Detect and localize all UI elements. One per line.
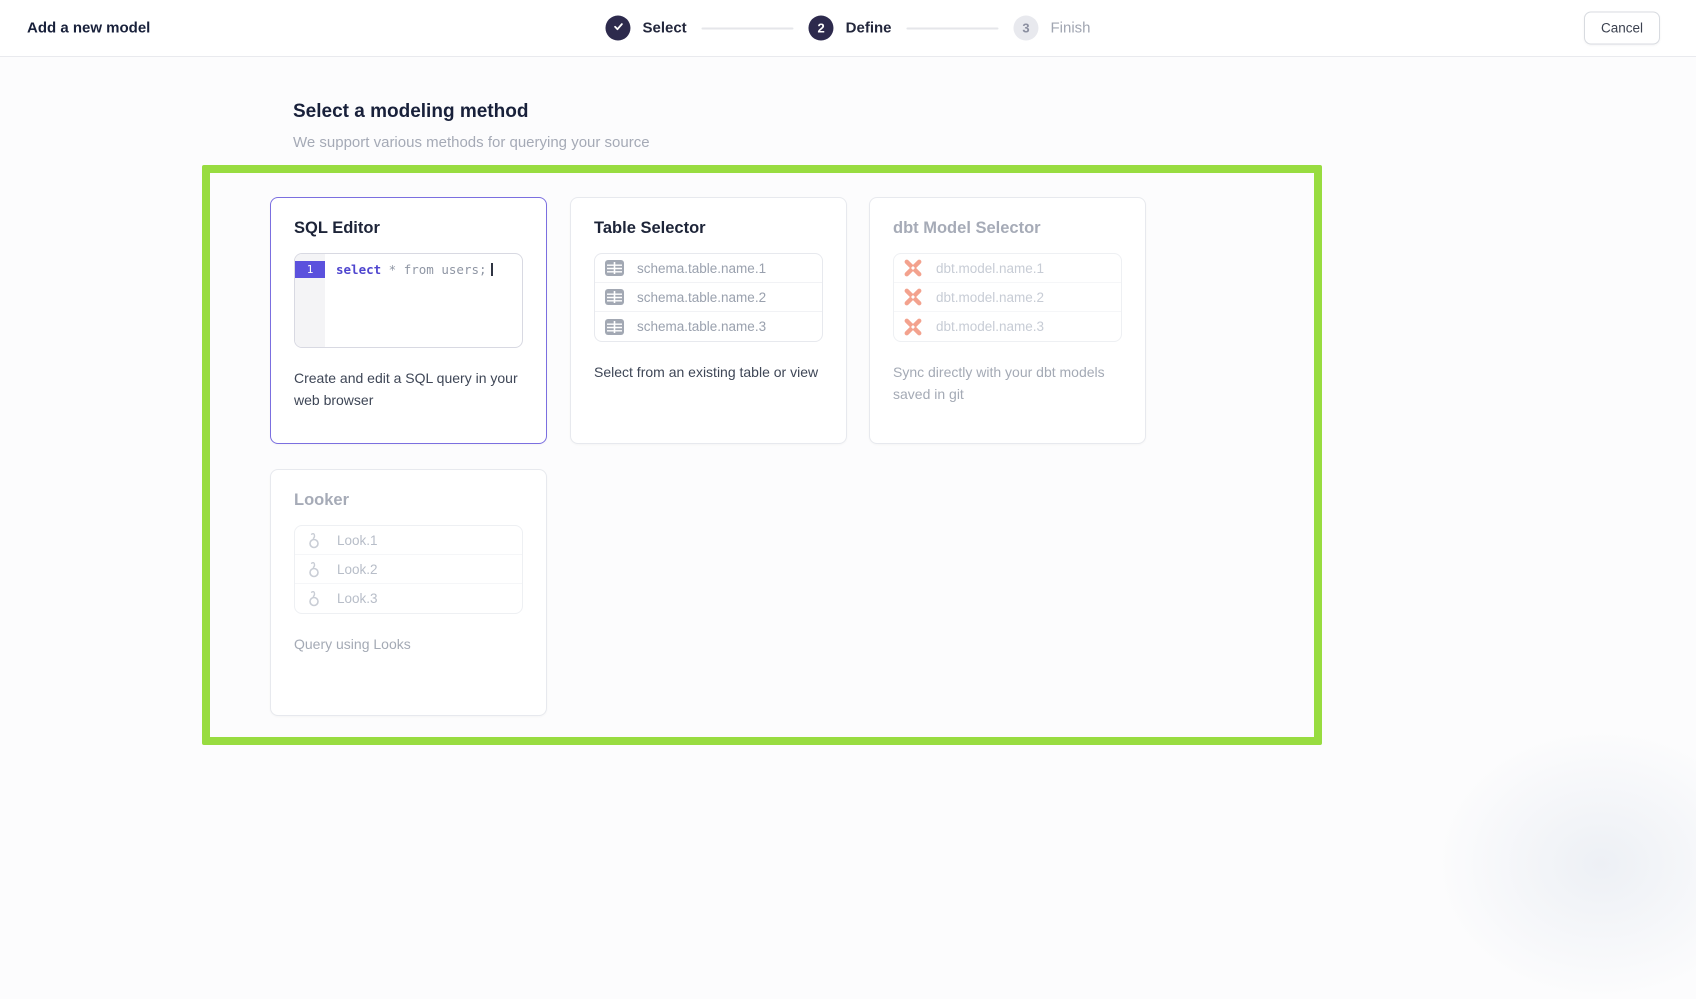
list-item-label: dbt.model.name.2 bbox=[936, 290, 1044, 305]
looker-list-preview: Look.1 Look.2 Look.3 bbox=[294, 525, 523, 614]
card-description: Sync directly with your dbt models saved… bbox=[893, 361, 1125, 405]
card-title: Table Selector bbox=[594, 219, 823, 238]
card-looker[interactable]: Looker Look.1 Look.2 Look.3 Query using … bbox=[270, 469, 547, 716]
step-define-label: Define bbox=[846, 20, 892, 37]
sql-code-rest: * from users; bbox=[381, 262, 486, 277]
card-description: Select from an existing table or view bbox=[594, 361, 826, 383]
looker-logo-icon bbox=[304, 589, 324, 608]
list-item-label: Look.2 bbox=[337, 562, 378, 577]
card-sql-editor[interactable]: SQL Editor 1 select * from users; Create… bbox=[270, 197, 547, 444]
line-number: 1 bbox=[295, 261, 325, 278]
step-define[interactable]: 2 Define bbox=[809, 16, 892, 41]
step-connector bbox=[702, 27, 794, 29]
list-item: schema.table.name.2 bbox=[595, 283, 822, 312]
corner-glow-decoration bbox=[1436, 729, 1696, 999]
card-description: Query using Looks bbox=[294, 633, 526, 655]
step-select-label: Select bbox=[642, 20, 686, 37]
dbt-list-preview: dbt.model.name.1 dbt.model.name.2 dbt.mo… bbox=[893, 253, 1122, 342]
card-table-selector[interactable]: Table Selector schema.table.name.1 schem… bbox=[570, 197, 847, 444]
list-item: dbt.model.name.1 bbox=[894, 254, 1121, 283]
table-list-preview: schema.table.name.1 schema.table.name.2 … bbox=[594, 253, 823, 342]
sql-keyword: select bbox=[336, 262, 381, 277]
list-item-label: dbt.model.name.1 bbox=[936, 261, 1044, 276]
check-icon bbox=[612, 21, 624, 36]
list-item: Look.2 bbox=[295, 555, 522, 584]
list-item: Look.3 bbox=[295, 584, 522, 613]
code-gutter: 1 bbox=[295, 254, 325, 347]
list-item-label: schema.table.name.2 bbox=[637, 290, 766, 305]
step-connector bbox=[907, 27, 999, 29]
list-item-label: dbt.model.name.3 bbox=[936, 319, 1044, 334]
list-item-label: Look.1 bbox=[337, 533, 378, 548]
page-subtitle: We support various methods for querying … bbox=[293, 134, 650, 151]
cancel-button[interactable]: Cancel bbox=[1584, 12, 1660, 45]
list-item: Look.1 bbox=[295, 526, 522, 555]
list-item-label: Look.3 bbox=[337, 591, 378, 606]
step-finish[interactable]: 3 Finish bbox=[1014, 16, 1091, 41]
list-item: schema.table.name.1 bbox=[595, 254, 822, 283]
step-finish-label: Finish bbox=[1051, 20, 1091, 37]
page-title: Select a modeling method bbox=[293, 101, 528, 123]
dbt-logo-icon bbox=[903, 288, 923, 306]
card-title: dbt Model Selector bbox=[893, 219, 1122, 238]
wizard-stepper: Select 2 Define 3 Finish bbox=[605, 16, 1090, 41]
card-description: Create and edit a SQL query in your web … bbox=[294, 367, 526, 411]
list-item-label: schema.table.name.1 bbox=[637, 261, 766, 276]
top-bar: Add a new model Select 2 Define 3 Finish… bbox=[0, 0, 1696, 57]
looker-logo-icon bbox=[304, 531, 324, 550]
table-grid-icon bbox=[604, 260, 624, 276]
dbt-logo-icon bbox=[903, 318, 923, 336]
step-finish-indicator: 3 bbox=[1014, 16, 1039, 41]
list-item: dbt.model.name.2 bbox=[894, 283, 1121, 312]
list-item: dbt.model.name.3 bbox=[894, 312, 1121, 341]
table-grid-icon bbox=[604, 289, 624, 305]
card-title: Looker bbox=[294, 491, 523, 510]
step-select[interactable]: Select bbox=[605, 16, 686, 41]
looker-logo-icon bbox=[304, 560, 324, 579]
sql-code-preview: 1 select * from users; bbox=[294, 253, 523, 348]
list-item: schema.table.name.3 bbox=[595, 312, 822, 341]
card-title: SQL Editor bbox=[294, 219, 523, 238]
text-cursor bbox=[491, 263, 493, 276]
dbt-logo-icon bbox=[903, 259, 923, 277]
code-line: select * from users; bbox=[336, 261, 522, 278]
code-area: select * from users; bbox=[325, 254, 522, 347]
list-item-label: schema.table.name.3 bbox=[637, 319, 766, 334]
step-select-indicator bbox=[605, 16, 630, 41]
window-title: Add a new model bbox=[27, 20, 150, 37]
step-define-indicator: 2 bbox=[809, 16, 834, 41]
table-grid-icon bbox=[604, 319, 624, 335]
card-dbt-model-selector[interactable]: dbt Model Selector dbt.model.name.1 dbt.… bbox=[869, 197, 1146, 444]
